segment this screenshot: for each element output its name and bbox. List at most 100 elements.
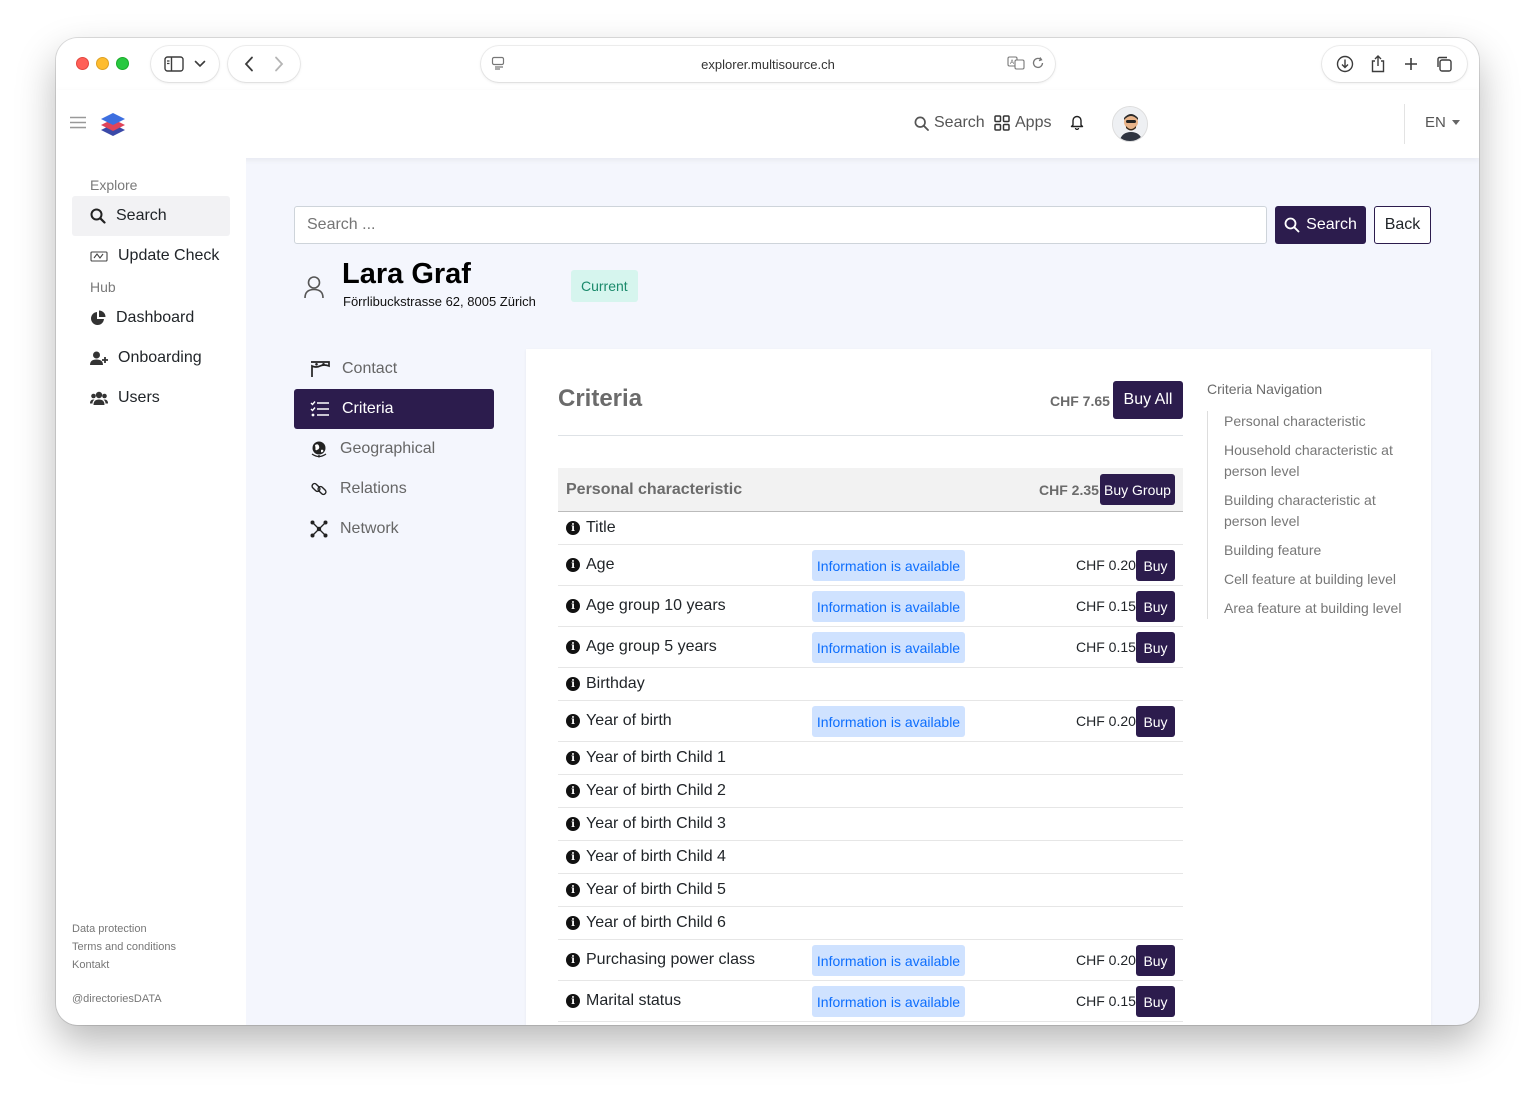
tab-label: Geographical xyxy=(340,440,436,457)
share-icon[interactable] xyxy=(1370,55,1386,73)
tab-geographical[interactable]: Geographical xyxy=(294,429,494,469)
terms-link[interactable]: Terms and conditions xyxy=(72,941,176,953)
sidebar-toggle-icon[interactable] xyxy=(164,56,184,72)
buy-button[interactable]: Buy xyxy=(1136,632,1175,663)
criteria-nav-link[interactable]: Cell feature at building level xyxy=(1224,569,1407,590)
new-tab-icon[interactable] xyxy=(1403,56,1419,72)
sidebar-item-dashboard[interactable]: Dashboard xyxy=(72,298,230,338)
table-row: i Age group 5 years Information is availab… xyxy=(558,627,1183,668)
criterion-name: i Year of birth Child 1 xyxy=(566,749,726,767)
criterion-label: Year of birth Child 4 xyxy=(586,848,726,865)
info-icon[interactable]: i xyxy=(566,714,580,728)
chevron-down-icon[interactable] xyxy=(194,60,206,68)
search-button[interactable]: Search xyxy=(1275,206,1366,244)
header-apps-link[interactable]: Apps xyxy=(994,114,1051,132)
info-icon[interactable]: i xyxy=(566,916,580,930)
notification-bell-icon[interactable] xyxy=(1070,114,1084,130)
header-divider xyxy=(1404,104,1405,144)
info-icon[interactable]: i xyxy=(566,599,580,613)
group-title: Personal characteristic xyxy=(566,481,743,498)
search-icon xyxy=(90,208,106,224)
user-plus-icon xyxy=(90,351,108,366)
left-sidebar: Explore Search Update Check Hub Dashboar… xyxy=(56,158,246,1025)
social-handle-link[interactable]: @directoriesDATA xyxy=(72,993,162,1005)
buy-button[interactable]: Buy xyxy=(1136,986,1175,1017)
buy-button[interactable]: Buy xyxy=(1136,945,1175,976)
table-row: i Title xyxy=(558,512,1183,545)
sidebar-item-update-check[interactable]: Update Check xyxy=(72,236,230,276)
tab-label: Network xyxy=(340,520,399,537)
tab-network[interactable]: Network xyxy=(294,509,494,549)
sidebar-item-label: Dashboard xyxy=(116,309,195,326)
info-icon[interactable]: i xyxy=(566,751,580,765)
buy-button[interactable]: Buy xyxy=(1136,706,1175,737)
person-address: Förrlibuckstrasse 62, 8005 Zürich xyxy=(343,294,536,309)
globe-icon xyxy=(310,440,328,458)
tab-relations[interactable]: Relations xyxy=(294,469,494,509)
back-button[interactable]: Back xyxy=(1374,206,1431,244)
page-settings-icon[interactable] xyxy=(491,56,505,70)
language-selector[interactable]: EN xyxy=(1425,114,1460,131)
buy-all-button[interactable]: Buy All xyxy=(1113,381,1183,419)
browser-toolbar: explorer.multisource.ch A xyxy=(56,38,1479,90)
header-search-link[interactable]: Search xyxy=(914,114,985,132)
person-icon xyxy=(303,275,325,299)
buy-group-button[interactable]: Buy Group xyxy=(1100,474,1175,505)
info-icon[interactable]: i xyxy=(566,677,580,691)
tab-label: Contact xyxy=(342,360,398,377)
info-icon[interactable]: i xyxy=(566,850,580,864)
criteria-nav-link[interactable]: Building feature xyxy=(1224,540,1407,561)
info-icon[interactable]: i xyxy=(566,883,580,897)
info-icon[interactable]: i xyxy=(566,994,580,1008)
reload-icon[interactable] xyxy=(1031,56,1045,70)
buy-button[interactable]: Buy xyxy=(1136,591,1175,622)
minimize-window-button[interactable] xyxy=(96,57,109,70)
sidebar-heading-hub: Hub xyxy=(90,279,116,295)
sidebar-item-search[interactable]: Search xyxy=(72,196,230,236)
back-arrow-icon[interactable] xyxy=(244,56,254,72)
criteria-nav-link[interactable]: Personal characteristic xyxy=(1224,411,1407,432)
language-label: EN xyxy=(1425,114,1446,131)
table-row: i Age Information is available CHF 0.20 Buy xyxy=(558,545,1183,586)
sidebar-item-users[interactable]: Users xyxy=(72,378,230,418)
sidebar-item-label: Search xyxy=(116,207,167,224)
person-name: Lara Graf xyxy=(342,258,471,290)
download-icon[interactable] xyxy=(1336,55,1354,73)
info-icon[interactable]: i xyxy=(566,558,580,572)
criterion-label: Year of birth xyxy=(586,712,672,729)
criterion-label: Year of birth Child 5 xyxy=(586,881,726,898)
info-icon[interactable]: i xyxy=(566,784,580,798)
criterion-label: Purchasing power class xyxy=(586,951,755,968)
menu-icon[interactable] xyxy=(70,116,86,129)
criteria-nav-link[interactable]: Household characteristic at person level xyxy=(1224,440,1407,482)
info-icon[interactable]: i xyxy=(566,953,580,967)
buy-button[interactable]: Buy xyxy=(1136,550,1175,581)
tab-overview-icon[interactable] xyxy=(1435,55,1453,73)
data-protection-link[interactable]: Data protection xyxy=(72,923,147,935)
caret-down-icon xyxy=(1451,120,1460,125)
criterion-name: i Marital status xyxy=(566,992,681,1010)
contact-link[interactable]: Kontakt xyxy=(72,959,109,971)
tab-criteria[interactable]: Criteria xyxy=(294,389,494,429)
sidebar-item-onboarding[interactable]: Onboarding xyxy=(72,338,230,378)
criteria-nav-link[interactable]: Building characteristic at person level xyxy=(1224,490,1407,532)
translate-icon[interactable]: A xyxy=(1007,56,1025,70)
zoom-window-button[interactable] xyxy=(116,57,129,70)
sidebar-item-label: Onboarding xyxy=(118,349,202,366)
close-window-button[interactable] xyxy=(76,57,89,70)
users-icon xyxy=(90,391,108,406)
info-icon[interactable]: i xyxy=(566,521,580,535)
table-row: i Year of birth Child 2 xyxy=(558,775,1183,808)
sidebar-item-label: Update Check xyxy=(118,247,220,264)
user-avatar[interactable] xyxy=(1112,106,1148,142)
criteria-nav-link[interactable]: Area feature at building level xyxy=(1224,598,1407,619)
search-input[interactable] xyxy=(294,206,1267,244)
info-icon[interactable]: i xyxy=(566,640,580,654)
search-icon xyxy=(1284,217,1300,233)
info-icon[interactable]: i xyxy=(566,817,580,831)
header-apps-label: Apps xyxy=(1015,114,1052,131)
forward-arrow-icon[interactable] xyxy=(274,56,284,72)
tab-contact[interactable]: Contact xyxy=(294,349,494,389)
app-logo[interactable] xyxy=(100,110,126,145)
address-bar[interactable]: explorer.multisource.ch A xyxy=(481,46,1055,82)
